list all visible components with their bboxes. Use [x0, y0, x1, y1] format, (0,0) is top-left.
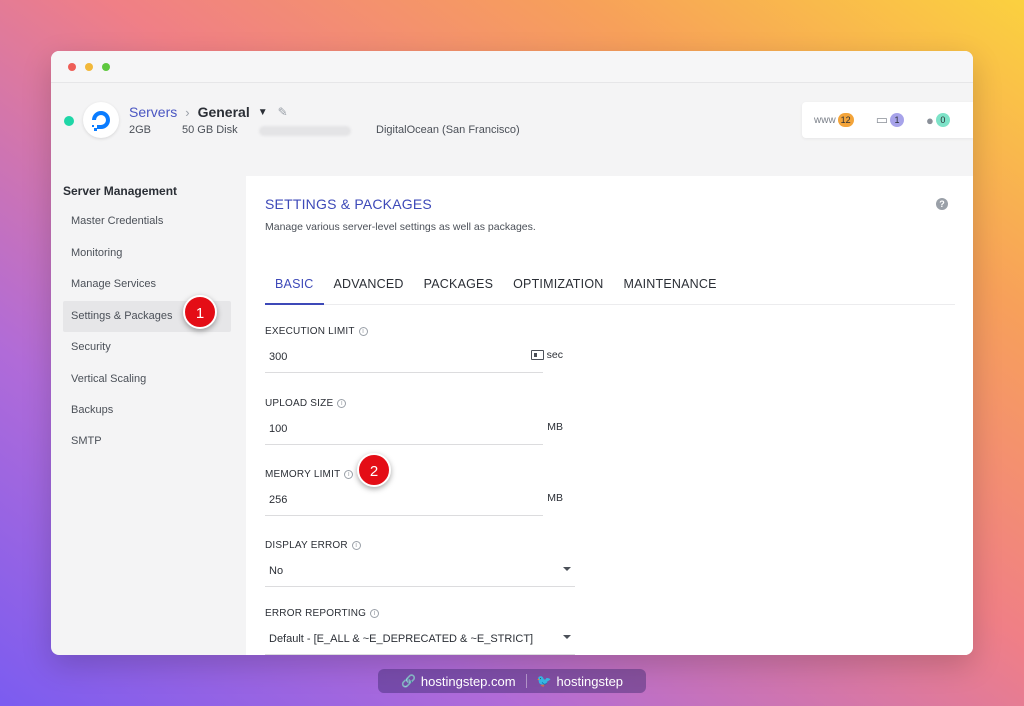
maximize-window-button[interactable] — [102, 63, 110, 71]
memory-limit-value: 256 — [269, 494, 288, 506]
divider — [525, 674, 527, 688]
link-icon: 🔗 — [400, 674, 416, 688]
websites-count[interactable]: www 12 — [814, 113, 854, 127]
sidebar-title: Server Management — [63, 184, 178, 198]
twitter-bird-icon: 🐦 — [536, 674, 552, 688]
execution-limit-unit: sec — [530, 349, 563, 361]
upload-size-input[interactable]: 100 MB — [265, 415, 563, 445]
server-disk: 50 GB Disk — [182, 124, 238, 136]
user-icon: ● — [925, 112, 934, 128]
files-count[interactable]: ▭ 1 — [876, 112, 904, 128]
watermark-bar: 🔗 hostingstep.com 🐦 hostingstep — [378, 669, 646, 693]
error-reporting-label: ERROR REPORTING i — [265, 608, 380, 619]
chevron-down-icon — [563, 635, 571, 639]
breadcrumb: Servers › General ▼ ✎ — [129, 104, 288, 120]
help-icon[interactable]: ? — [936, 198, 948, 210]
sidebar-item-master-credentials[interactable]: Master Credentials — [63, 206, 231, 237]
watermark-site: hostingstep.com — [420, 673, 516, 689]
settings-panel: SETTINGS & PACKAGES Manage various serve… — [246, 176, 973, 655]
display-error-value: No — [269, 565, 284, 577]
execution-limit-unit-text: sec — [546, 349, 563, 361]
server-stats-panel: www 12 ▭ 1 ● 0 — [802, 102, 973, 138]
annotation-marker-1: 1 — [183, 295, 217, 329]
www-label: www — [814, 114, 836, 126]
execution-limit-value: 300 — [269, 351, 288, 363]
pencil-edit-icon[interactable]: ✎ — [278, 105, 288, 119]
files-badge: 1 — [889, 113, 904, 127]
close-window-button[interactable] — [68, 63, 76, 71]
websites-badge: 12 — [837, 113, 854, 127]
server-location: DigitalOcean (San Francisco) — [376, 124, 520, 136]
memory-limit-unit: MB — [547, 492, 563, 504]
settings-tabs: BASIC ADVANCED PACKAGES OPTIMIZATION MAI… — [265, 271, 955, 305]
chevron-right-icon: › — [185, 104, 190, 120]
tab-optimization[interactable]: OPTIMIZATION — [503, 271, 613, 305]
info-icon[interactable]: i — [344, 470, 354, 479]
sidebar-item-backups[interactable]: Backups — [63, 395, 231, 426]
title-bar — [51, 51, 973, 83]
folder-icon: ▭ — [875, 112, 888, 127]
sidebar-item-vertical-scaling[interactable]: Vertical Scaling — [63, 364, 231, 395]
error-reporting-value: Default - [E_ALL & ~E_DEPRECATED & ~E_ST… — [269, 633, 534, 645]
info-icon[interactable]: i — [370, 609, 380, 618]
server-ip-redacted — [259, 126, 351, 136]
sidebar-item-smtp[interactable]: SMTP — [63, 426, 231, 457]
watermark-twitter: hostingstep — [556, 673, 624, 689]
minimize-window-button[interactable] — [85, 63, 93, 71]
digitalocean-icon — [92, 111, 110, 131]
tab-maintenance[interactable]: MAINTENANCE — [613, 271, 726, 305]
upload-size-unit: MB — [547, 421, 563, 433]
info-icon[interactable]: i — [337, 399, 347, 408]
app-window: Servers › General ▼ ✎ 2GB 50 GB Disk Dig… — [51, 51, 973, 655]
upload-size-label: UPLOAD SIZE i — [265, 398, 347, 409]
annotation-marker-2: 2 — [357, 453, 391, 487]
info-icon[interactable]: i — [358, 327, 368, 336]
tab-packages[interactable]: PACKAGES — [414, 271, 503, 305]
users-badge: 0 — [935, 113, 950, 127]
page-title: SETTINGS & PACKAGES — [265, 196, 432, 212]
chevron-down-icon — [563, 567, 571, 571]
id-card-icon — [530, 350, 544, 360]
sidebar-item-monitoring[interactable]: Monitoring — [63, 238, 231, 269]
digitalocean-logo — [83, 102, 119, 138]
upload-size-value: 100 — [269, 423, 288, 435]
display-error-label: DISPLAY ERROR i — [265, 540, 361, 551]
execution-limit-input[interactable]: 300 sec — [265, 343, 563, 373]
users-count[interactable]: ● 0 — [926, 113, 950, 128]
server-name: General — [197, 104, 250, 120]
memory-limit-label: MEMORY LIMIT i — [265, 469, 354, 480]
server-dropdown-caret-icon[interactable]: ▼ — [258, 107, 268, 118]
sidebar-item-security[interactable]: Security — [63, 332, 231, 363]
page-subtitle: Manage various server-level settings as … — [265, 221, 536, 233]
sidebar: Server Management Master Credentials Mon… — [51, 176, 246, 655]
memory-limit-input[interactable]: 256 MB — [265, 486, 563, 516]
upload-size-label-text: UPLOAD SIZE — [265, 398, 334, 409]
display-error-select[interactable]: No — [265, 557, 575, 587]
server-status-indicator — [64, 116, 74, 126]
server-header: Servers › General ▼ ✎ 2GB 50 GB Disk Dig… — [51, 84, 973, 176]
execution-limit-label-text: EXECUTION LIMIT — [265, 326, 355, 337]
tab-basic[interactable]: BASIC — [265, 271, 324, 305]
breadcrumb-servers-link[interactable]: Servers — [129, 104, 177, 120]
display-error-label-text: DISPLAY ERROR — [265, 540, 348, 551]
server-ram: 2GB — [129, 124, 152, 136]
memory-limit-label-text: MEMORY LIMIT — [265, 469, 341, 480]
error-reporting-label-text: ERROR REPORTING — [265, 608, 367, 619]
info-icon[interactable]: i — [351, 541, 361, 550]
error-reporting-select[interactable]: Default - [E_ALL & ~E_DEPRECATED & ~E_ST… — [265, 625, 575, 655]
tab-advanced[interactable]: ADVANCED — [324, 271, 414, 305]
execution-limit-label: EXECUTION LIMIT i — [265, 326, 368, 337]
